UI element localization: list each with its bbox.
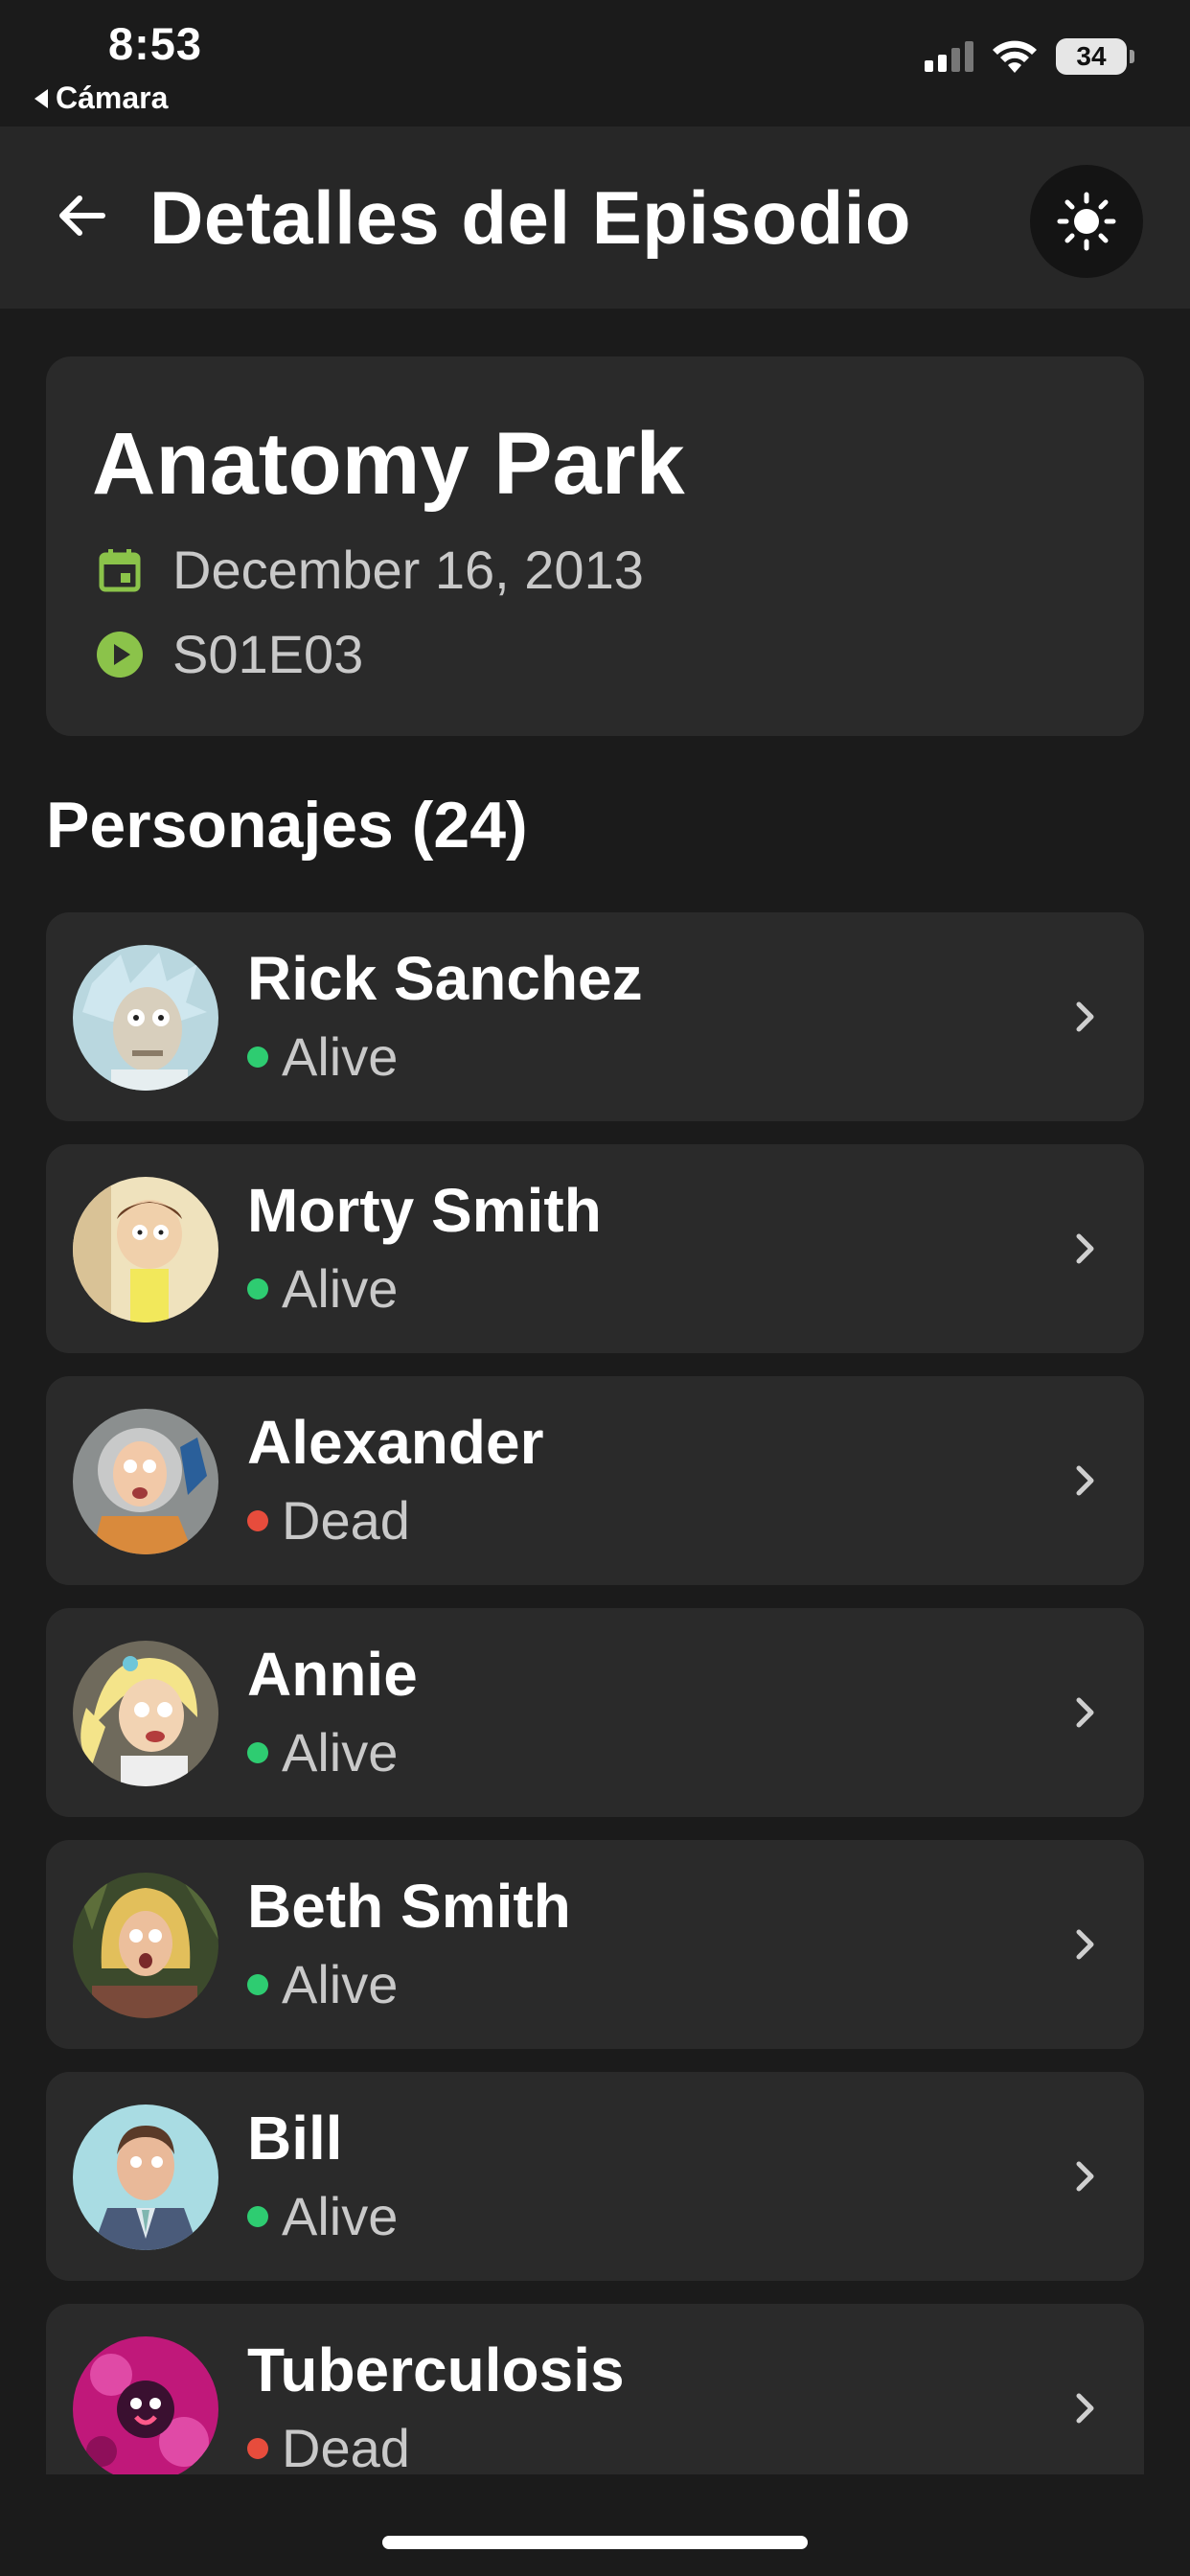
chevron-right-icon <box>1076 2393 1094 2424</box>
back-triangle-icon <box>34 88 48 108</box>
status-label: Alive <box>282 1026 399 1087</box>
episode-card: Anatomy Park December 16, 2013 S01E03 <box>46 356 1144 736</box>
avatar <box>73 945 218 1091</box>
episode-code: S01E03 <box>172 624 364 684</box>
back-button[interactable] <box>48 182 115 249</box>
status-label: Alive <box>282 1722 399 1782</box>
episode-air-date: December 16, 2013 <box>172 540 644 600</box>
chevron-right-icon <box>1076 1233 1094 1264</box>
home-indicator[interactable] <box>382 2536 808 2549</box>
chevron-right-icon <box>1076 1929 1094 1960</box>
sun-icon <box>1057 192 1116 251</box>
back-to-app-link[interactable]: Cámara <box>34 80 168 116</box>
character-name: Annie <box>247 1640 418 1709</box>
status-label: Dead <box>282 1490 410 1551</box>
character-name: Bill <box>247 2104 343 2173</box>
character-row-morty-smith[interactable]: Morty Smith Alive <box>46 1144 1144 1353</box>
character-name: Beth Smith <box>247 1872 571 1941</box>
status-dot-alive <box>247 1973 268 1995</box>
episode-name: Anatomy Park <box>92 415 685 513</box>
character-row-rick-sanchez[interactable]: Rick Sanchez Alive <box>46 912 1144 1121</box>
character-status: Alive <box>247 2185 398 2247</box>
characters-section-title: Personajes (24) <box>46 789 528 862</box>
status-label: Alive <box>282 2186 399 2246</box>
status-dot-alive <box>247 1046 268 1068</box>
character-status: Alive <box>247 1025 398 1088</box>
cellular-signal-icon <box>925 41 973 72</box>
character-row-annie[interactable]: Annie Alive <box>46 1608 1144 1817</box>
character-status: Alive <box>247 1953 398 2015</box>
status-dot-dead <box>247 1509 268 1531</box>
status-dot-alive <box>247 1741 268 1763</box>
character-name: Rick Sanchez <box>247 944 643 1013</box>
avatar <box>73 1409 218 1554</box>
character-status: Dead <box>247 1489 410 1552</box>
status-icons: 34 <box>925 38 1134 75</box>
avatar <box>73 2104 218 2250</box>
chevron-right-icon <box>1076 1465 1094 1496</box>
episode-code-row: S01E03 <box>96 623 363 685</box>
status-label: Alive <box>282 1258 399 1319</box>
character-name: Tuberculosis <box>247 2335 625 2404</box>
app-bar: Detalles del Episodio <box>0 126 1190 309</box>
app-screen: 8:53 Cámara 34 Detalles del Episodio Ana… <box>0 0 1190 2576</box>
wifi-icon <box>993 40 1037 73</box>
character-list[interactable]: Rick Sanchez Alive Morty Smith Alive Ale… <box>46 912 1144 2474</box>
arrow-left-icon <box>59 196 105 236</box>
theme-toggle-button[interactable] <box>1030 165 1143 278</box>
status-dot-alive <box>247 2205 268 2227</box>
character-row-tuberculosis[interactable]: Tuberculosis Dead <box>46 2304 1144 2474</box>
character-name: Morty Smith <box>247 1176 602 1245</box>
status-time: 8:53 <box>108 18 203 69</box>
character-status: Dead <box>247 2417 410 2474</box>
character-status: Alive <box>247 1721 398 1783</box>
character-name: Alexander <box>247 1408 544 1477</box>
status-dot-dead <box>247 2437 268 2459</box>
avatar <box>73 2336 218 2474</box>
character-row-beth-smith[interactable]: Beth Smith Alive <box>46 1840 1144 2049</box>
status-dot-alive <box>247 1277 268 1300</box>
status-bar: 8:53 Cámara 34 <box>0 0 1190 126</box>
page-title: Detalles del Episodio <box>149 175 912 260</box>
chevron-right-icon <box>1076 2161 1094 2192</box>
chevron-right-icon <box>1076 1697 1094 1728</box>
avatar <box>73 1177 218 1322</box>
play-circle-icon <box>97 631 143 678</box>
status-label: Dead <box>282 2418 410 2474</box>
episode-air-date-row: December 16, 2013 <box>96 539 644 601</box>
battery-icon: 34 <box>1056 38 1134 75</box>
character-row-alexander[interactable]: Alexander Dead <box>46 1376 1144 1585</box>
avatar <box>73 1641 218 1786</box>
back-app-label: Cámara <box>56 80 169 115</box>
chevron-right-icon <box>1076 1001 1094 1032</box>
status-label: Alive <box>282 1954 399 2014</box>
calendar-icon <box>99 548 141 591</box>
avatar <box>73 1873 218 2018</box>
character-row-bill[interactable]: Bill Alive <box>46 2072 1144 2281</box>
battery-level: 34 <box>1076 41 1107 71</box>
character-status: Alive <box>247 1257 398 1320</box>
